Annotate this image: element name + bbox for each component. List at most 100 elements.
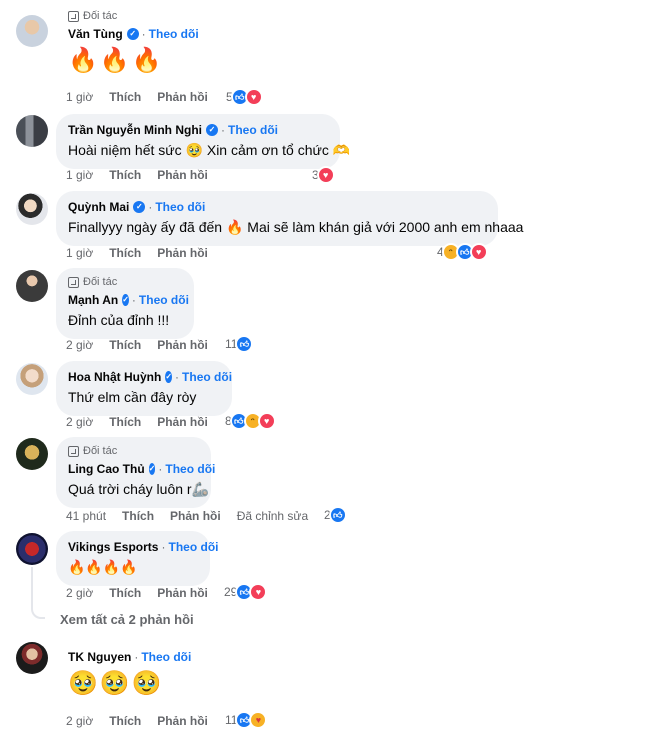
like-button[interactable]: Thích [109,713,141,729]
thumbs-up-icon: 👍︎ [328,506,347,524]
reply-button[interactable]: Phản hồi [157,89,208,105]
reply-button[interactable]: Phản hồi [157,585,208,601]
heart-icon: ♥ [469,243,488,261]
avatar[interactable] [16,642,48,674]
author-name[interactable]: Quỳnh Mai [68,199,129,215]
reaction-summary[interactable]: 11 👍︎ [225,335,254,353]
edited-label: Đã chỉnh sửa [236,509,309,523]
reaction-summary[interactable]: 11 👍︎ ♥ [225,711,268,729]
comment-bubble: Hoa Nhật Huỳnh ✓ · Theo dõi Thứ elm cần … [56,361,232,416]
verified-check-icon: ✓ [148,463,156,475]
separator-dot: · [158,462,163,476]
partner-label: Đối tác [68,445,199,457]
comment-text: Thứ elm cần đây ròy [68,389,197,405]
verified-check-icon: ✓ [165,371,173,383]
follow-link[interactable]: Theo dõi [149,26,199,42]
comment-bubble: Trần Nguyễn Minh Nghi ✓ · Theo dõi Hoài … [56,114,350,169]
comment-text: Finallyyy ngày ấy đã đến 🔥 Mai sẽ làm kh… [68,219,524,235]
follow-link[interactable]: Theo dõi [139,292,189,308]
reply-button[interactable]: Phản hồi [157,337,208,353]
separator-dot: · [131,293,136,307]
partner-badge-icon [68,445,79,457]
comment-bubble: Quỳnh Mai ✓ · Theo dõi Finallyyy ngày ấy… [56,191,524,246]
comment-time[interactable]: 41 phút [66,508,106,524]
comment-actions: 1 giờ Thích Phản hồi [66,167,224,183]
comment-time[interactable]: 1 giờ [66,167,93,183]
verified-check-icon: ✓ [206,124,218,136]
reply-button[interactable]: Phản hồi [170,508,221,524]
follow-link[interactable]: Theo dõi [165,461,215,477]
comment-time[interactable]: 1 giờ [66,89,93,105]
like-button[interactable]: Thích [109,585,141,601]
pleading-face-emoji: 🥹 [68,670,98,697]
fire-emoji: 🔥 [131,47,162,74]
follow-link[interactable]: Theo dõi [141,649,191,665]
reaction-summary[interactable]: 29 👍︎ ♥ [224,583,268,601]
avatar[interactable] [16,15,48,47]
comment-emoji: 🥹🥹🥹 [68,668,191,700]
follow-link[interactable]: Theo dõi [155,199,205,215]
comment-actions: 41 phút Thích Phản hồi Đã chỉnh sửa [66,508,324,524]
avatar[interactable] [16,193,48,225]
separator-dot: · [175,370,180,384]
like-button[interactable]: Thích [109,89,141,105]
comment-time[interactable]: 2 giờ [66,585,93,601]
avatar[interactable] [16,533,48,565]
partner-badge-icon [68,10,79,22]
comment-actions: 2 giờ Thích Phản hồi [66,585,224,601]
comment-bubble: Đối tác Mạnh An ✓ · Theo dõi Đỉnh của đỉ… [56,268,194,339]
reply-button[interactable]: Phản hồi [157,414,208,430]
avatar[interactable] [16,115,48,147]
reply-button[interactable]: Phản hồi [157,167,208,183]
care-hug-face-icon: ♥ [249,711,268,729]
heart-icon: ♥ [249,583,268,601]
partner-text: Đối tác [83,10,118,22]
like-button[interactable]: Thích [109,414,141,430]
fire-emoji: 🔥 [99,47,130,74]
verified-check-icon: ✓ [126,28,139,40]
reaction-summary[interactable]: 3 ♥ [312,166,335,184]
follow-link[interactable]: Theo dõi [228,122,278,138]
reaction-summary[interactable]: 5 👍︎ ♥ [226,88,263,106]
reaction-summary[interactable]: 8 👍︎ ᵔ ♥ [225,412,276,430]
reaction-summary[interactable]: 2 👍︎ [324,506,347,524]
comment-text: Quá trời cháy luôn r🦾 [68,481,209,497]
like-button[interactable]: Thích [109,245,141,261]
avatar[interactable] [16,438,48,470]
author-name[interactable]: Hoa Nhật Huỳnh [68,369,161,385]
view-all-replies-link[interactable]: Xem tất cả 2 phản hồi [60,612,194,627]
comment-text: 🔥🔥🔥🔥 [68,559,138,575]
partner-text: Đối tác [83,445,118,457]
like-button[interactable]: Thích [109,167,141,183]
comment-time[interactable]: 1 giờ [66,245,93,261]
follow-link[interactable]: Theo dõi [182,369,232,385]
author-name[interactable]: TK Nguyen [68,649,131,665]
comment-actions: 2 giờ Thích Phản hồi [66,414,224,430]
fire-emoji: 🔥 [68,47,98,74]
reply-button[interactable]: Phản hồi [157,713,208,729]
comment-bubble: Đối tác Ling Cao Thủ ✓ · Theo dõi Quá tr… [56,437,215,508]
author-name[interactable]: Mạnh An [68,292,118,308]
comment-time[interactable]: 2 giờ [66,713,93,729]
reply-button[interactable]: Phản hồi [157,245,208,261]
author-name[interactable]: Văn Tùng [68,26,123,42]
verified-check-icon: ✓ [133,201,146,213]
comment-time[interactable]: 2 giờ [66,414,93,430]
follow-link[interactable]: Theo dõi [168,539,218,555]
comment-text: Đỉnh của đỉnh !!! [68,312,170,328]
author-name[interactable]: Ling Cao Thủ [68,461,145,477]
like-button[interactable]: Thích [122,508,154,524]
comment-time[interactable]: 2 giờ [66,337,93,353]
reaction-summary[interactable]: 4 ᵔ 👍︎ ♥ [437,243,488,261]
comment-actions: 2 giờ Thích Phản hồi [66,713,224,729]
partner-badge-icon [68,276,79,288]
comment-actions: 1 giờ Thích Phản hồi [66,245,224,261]
avatar[interactable] [16,270,48,302]
author-name[interactable]: Trần Nguyễn Minh Nghi [68,122,202,138]
separator-dot: · [161,540,166,554]
thumbs-up-icon: 👍︎ [235,335,254,353]
avatar[interactable] [16,363,48,395]
author-name[interactable]: Vikings Esports [68,539,158,555]
like-button[interactable]: Thích [109,337,141,353]
partner-text: Đối tác [83,276,118,288]
